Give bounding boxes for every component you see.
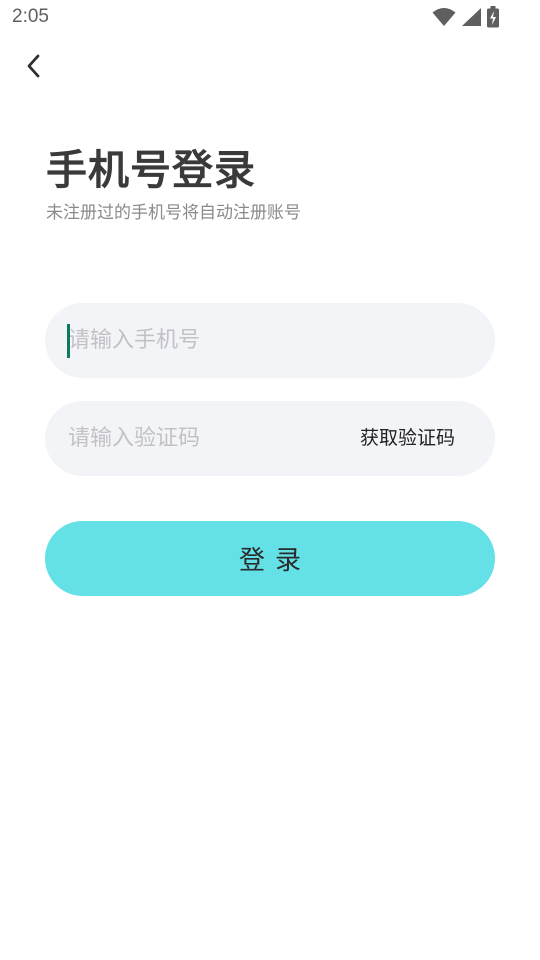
status-time: 2:05 bbox=[12, 6, 49, 27]
verification-code-input[interactable] bbox=[68, 401, 338, 476]
status-bar: 2:05 bbox=[0, 0, 540, 36]
wifi-icon bbox=[432, 7, 456, 31]
chevron-left-icon bbox=[24, 53, 44, 83]
page-subtitle: 未注册过的手机号将自动注册账号 bbox=[46, 203, 301, 223]
back-button[interactable] bbox=[18, 52, 50, 84]
phone-field bbox=[45, 303, 495, 378]
get-code-button[interactable]: 获取验证码 bbox=[360, 401, 455, 476]
phone-input[interactable] bbox=[68, 303, 468, 378]
login-button[interactable]: 登录 bbox=[45, 521, 495, 596]
signal-icon bbox=[460, 7, 482, 31]
code-field: 获取验证码 bbox=[45, 401, 495, 476]
battery-charging-icon bbox=[486, 6, 500, 32]
status-icons bbox=[432, 6, 500, 32]
page-title: 手机号登录 bbox=[46, 146, 256, 194]
text-caret bbox=[67, 324, 70, 358]
